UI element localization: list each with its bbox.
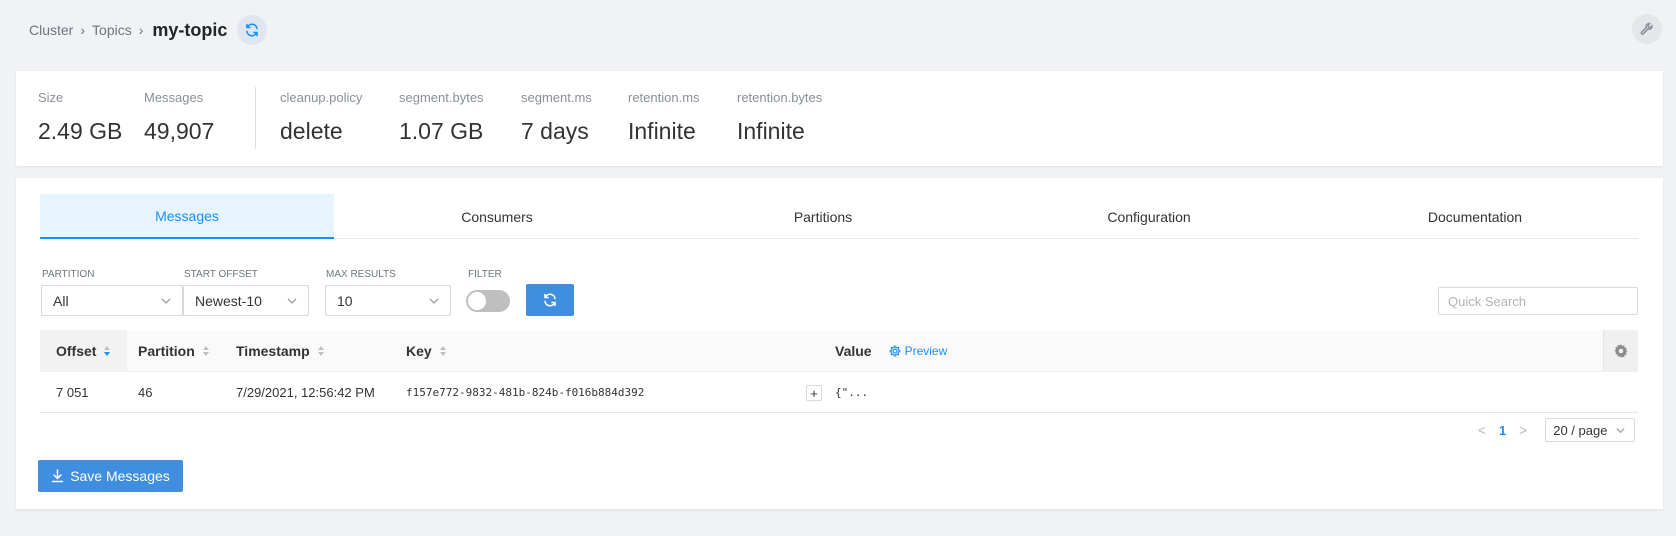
refresh-topic-button[interactable] — [237, 15, 268, 45]
tab-consumers[interactable]: Consumers — [334, 194, 660, 239]
cell-key: f157e772-9832-481b-824b-f016b884d392 — [406, 386, 645, 399]
breadcrumb-separator: › — [138, 22, 144, 38]
cell-value: {"... — [835, 386, 869, 399]
filter-label: FILTER — [468, 269, 502, 280]
topic-stats-card: Size 2.49 GB Messages 49,907 cleanup.pol… — [16, 71, 1663, 166]
refresh-icon — [544, 293, 556, 307]
stats-divider — [255, 87, 256, 149]
gear-icon — [1614, 344, 1628, 358]
save-messages-label: Save Messages — [70, 468, 170, 484]
chevron-down-icon — [429, 298, 439, 304]
table-header: Offset Partition Timestamp Key Value Pre… — [40, 330, 1638, 372]
sort-icon — [202, 345, 210, 357]
sort-icon — [317, 345, 325, 357]
stat-size: Size 2.49 GB — [38, 90, 122, 145]
stat-label: Messages — [144, 90, 204, 105]
stat-value: delete — [280, 118, 343, 144]
table-row[interactable]: 7 051 46 7/29/2021, 12:56:42 PM f157e772… — [40, 372, 1638, 413]
cell-partition: 46 — [138, 385, 153, 400]
stat-retention-bytes: retention.bytes Infinite — [737, 90, 822, 145]
cell-timestamp: 7/29/2021, 12:56:42 PM — [236, 385, 375, 400]
sort-icon — [103, 345, 111, 357]
cell-offset: 7 051 — [56, 385, 89, 400]
stat-retention-ms: retention.ms Infinite — [628, 90, 700, 145]
breadcrumb-separator: › — [80, 22, 86, 38]
tab-messages[interactable]: Messages — [40, 194, 334, 239]
stat-value: Infinite — [628, 118, 696, 144]
stat-messages: Messages 49,907 — [144, 90, 214, 145]
column-partition[interactable]: Partition — [138, 330, 210, 372]
page-size-value: 20 / page — [1553, 422, 1608, 438]
quick-search-input[interactable] — [1438, 287, 1638, 315]
wrench-icon — [1640, 22, 1653, 35]
breadcrumb: Cluster › Topics › my-topic — [29, 15, 268, 45]
stat-value: 7 days — [521, 118, 589, 144]
start-offset-label: START OFFSET — [184, 269, 258, 280]
max-results-value: 10 — [337, 292, 353, 309]
chevron-down-icon — [1616, 428, 1625, 434]
stat-cleanup-policy: cleanup.policy delete — [280, 90, 362, 145]
stat-label: retention.bytes — [737, 90, 823, 105]
toggle-knob — [468, 292, 486, 310]
start-offset-select[interactable]: Newest-10 — [183, 285, 309, 316]
stat-segment-ms: segment.ms 7 days — [521, 90, 592, 145]
column-partition-label: Partition — [138, 343, 195, 359]
partition-label: PARTITION — [42, 269, 95, 280]
stat-value: 2.49 GB — [38, 118, 123, 144]
page-title: my-topic — [152, 19, 228, 40]
column-offset-label: Offset — [56, 343, 97, 359]
download-icon — [51, 469, 64, 483]
column-settings-button[interactable] — [1603, 330, 1638, 372]
breadcrumb-topics[interactable]: Topics — [92, 22, 132, 38]
top-bar: Cluster › Topics › my-topic — [0, 0, 1676, 62]
stat-value: Infinite — [737, 118, 805, 144]
stat-label: Size — [38, 90, 64, 105]
chevron-down-icon — [287, 298, 297, 304]
expand-row-button[interactable]: + — [806, 385, 822, 401]
chevron-down-icon — [161, 298, 171, 304]
messages-card: Messages Consumers Partitions Configurat… — [16, 178, 1663, 509]
max-results-label: MAX RESULTS — [326, 269, 396, 280]
column-key-label: Key — [406, 343, 432, 359]
preview-label: Preview — [904, 344, 948, 358]
messages-table: Offset Partition Timestamp Key Value Pre… — [40, 330, 1638, 413]
breadcrumb-cluster[interactable]: Cluster — [29, 22, 73, 38]
column-timestamp-label: Timestamp — [236, 343, 310, 359]
tools-button[interactable] — [1632, 14, 1662, 44]
save-messages-button[interactable]: Save Messages — [38, 460, 183, 492]
prev-page-button[interactable]: < — [1474, 422, 1490, 438]
column-offset[interactable]: Offset — [40, 330, 127, 372]
stat-segment-bytes: segment.bytes 1.07 GB — [399, 90, 484, 145]
tab-configuration[interactable]: Configuration — [986, 194, 1312, 239]
max-results-select[interactable]: 10 — [325, 285, 451, 316]
partition-value: All — [53, 292, 69, 309]
page-size-select[interactable]: 20 / page — [1545, 418, 1636, 442]
stat-label: segment.bytes — [399, 90, 484, 105]
tab-partitions[interactable]: Partitions — [660, 194, 986, 239]
sort-icon — [439, 345, 447, 357]
next-page-button[interactable]: > — [1515, 422, 1531, 438]
start-offset-value: Newest-10 — [195, 292, 262, 309]
column-value-label: Value — [835, 343, 872, 359]
stat-value: 1.07 GB — [399, 118, 484, 144]
filter-toggle[interactable] — [466, 290, 510, 312]
stat-label: retention.ms — [628, 90, 700, 105]
partition-select[interactable]: All — [41, 285, 183, 316]
stat-label: cleanup.policy — [280, 90, 363, 105]
preview-link[interactable]: Preview — [888, 344, 948, 358]
column-key[interactable]: Key — [406, 330, 447, 372]
topic-tabs: Messages Consumers Partitions Configurat… — [40, 194, 1638, 239]
column-timestamp[interactable]: Timestamp — [236, 330, 325, 372]
refresh-icon — [246, 23, 259, 37]
page-number[interactable]: 1 — [1499, 423, 1506, 438]
stat-label: segment.ms — [521, 90, 592, 105]
column-value: Value Preview — [835, 330, 947, 372]
stat-value: 49,907 — [144, 118, 215, 144]
search-button[interactable] — [526, 284, 574, 316]
pagination: < 1 > 20 / page — [1474, 418, 1636, 442]
gear-icon — [888, 345, 901, 357]
tab-documentation[interactable]: Documentation — [1312, 194, 1638, 239]
